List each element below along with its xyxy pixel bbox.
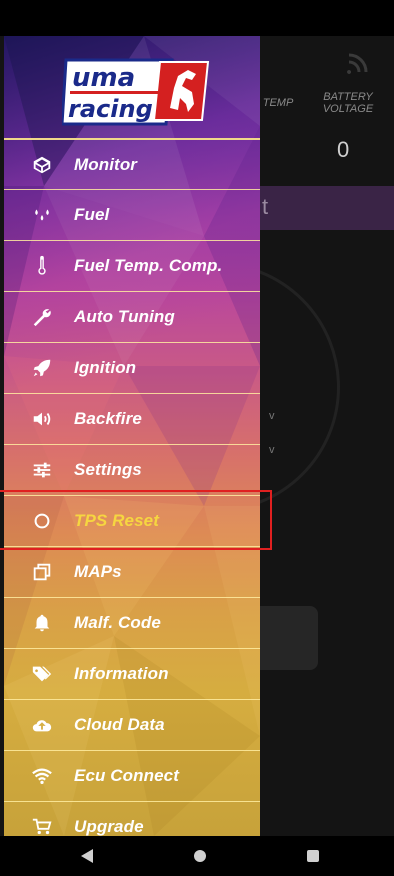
menu-label: MAPs xyxy=(74,562,122,581)
menu-item-cloud-data[interactable]: Cloud Data xyxy=(4,699,260,750)
section-band-text: t xyxy=(262,194,269,219)
signal-icon xyxy=(347,53,368,74)
menu-label: Monitor xyxy=(74,154,138,174)
menu-item-fuel[interactable]: Fuel xyxy=(4,189,260,240)
sliders-icon xyxy=(30,458,54,482)
system-navigation-bar xyxy=(0,836,394,876)
monitor-icon xyxy=(30,153,54,177)
tags-icon xyxy=(30,662,54,686)
menu-item-ecu-connect[interactable]: Ecu Connect xyxy=(4,750,260,801)
menu-label: Cloud Data xyxy=(74,715,165,734)
logo-line2: racing xyxy=(68,95,153,123)
menu-item-maps[interactable]: MAPs xyxy=(4,546,260,597)
fuel-drops-icon xyxy=(30,203,54,227)
uma-racing-logo: uma racing xyxy=(62,58,210,126)
menu-item-backfire[interactable]: Backfire xyxy=(4,393,260,444)
copy-icon xyxy=(30,560,54,584)
menu-item-monitor[interactable]: Monitor xyxy=(4,138,260,189)
bell-icon xyxy=(30,611,54,635)
thermometer-icon xyxy=(30,254,54,278)
temp-header: TEMP xyxy=(262,97,294,109)
menu-item-information[interactable]: Information xyxy=(4,648,260,699)
menu-label: Upgrade xyxy=(74,817,144,836)
wrench-icon xyxy=(30,305,54,329)
back-icon[interactable] xyxy=(80,848,94,864)
speaker-icon xyxy=(30,407,54,431)
cart-icon xyxy=(30,815,54,836)
menu-label: Auto Tuning xyxy=(74,307,175,326)
menu-item-malf-code[interactable]: Malf. Code xyxy=(4,597,260,648)
menu-item-auto-tuning[interactable]: Auto Tuning xyxy=(4,291,260,342)
menu-item-fuel-temp-comp[interactable]: Fuel Temp. Comp. xyxy=(4,240,260,291)
menu-item-ignition[interactable]: Ignition xyxy=(4,342,260,393)
background-card[interactable] xyxy=(250,606,318,670)
menu-label: Ignition xyxy=(74,358,137,377)
recents-icon[interactable] xyxy=(307,850,319,862)
selection-highlight-box xyxy=(0,490,272,550)
rocket-icon xyxy=(30,356,54,380)
menu-label: Fuel Temp. Comp. xyxy=(74,256,223,275)
logo-line1: uma xyxy=(72,63,135,93)
chevron-down-icon[interactable]: v xyxy=(269,444,275,456)
menu-label: Ecu Connect xyxy=(74,766,180,785)
wifi-icon xyxy=(30,764,54,788)
chevron-down-icon[interactable]: v xyxy=(269,410,275,422)
menu-label: Settings xyxy=(74,460,142,479)
menu-label: Malf. Code xyxy=(74,613,161,632)
menu-item-upgrade[interactable]: Upgrade xyxy=(4,801,260,836)
menu-label: Fuel xyxy=(74,205,110,224)
home-icon[interactable] xyxy=(194,850,206,862)
battery-value: 0 xyxy=(337,137,350,162)
status-bar xyxy=(0,0,394,36)
menu-label: Backfire xyxy=(74,409,142,428)
navigation-drawer: uma racing Monitor Fuel Fuel Temp. Comp. xyxy=(4,36,260,836)
drawer-menu: Monitor Fuel Fuel Temp. Comp. Auto Tunin… xyxy=(4,138,260,836)
battery-header: BATTERY VOLTAGE xyxy=(322,91,374,115)
cloud-upload-icon xyxy=(30,713,54,737)
menu-label: Information xyxy=(74,664,169,683)
menu-item-settings[interactable]: Settings xyxy=(4,444,260,495)
